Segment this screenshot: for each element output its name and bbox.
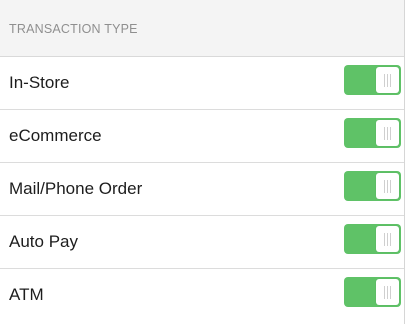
toggle-knob bbox=[376, 67, 399, 93]
in-store-toggle[interactable] bbox=[344, 65, 401, 95]
setting-row-atm: ATM bbox=[0, 269, 404, 322]
setting-row-in-store: In-Store bbox=[0, 57, 404, 110]
row-label: Mail/Phone Order bbox=[9, 179, 143, 198]
mail-phone-order-toggle[interactable] bbox=[344, 171, 401, 201]
row-label: Auto Pay bbox=[9, 232, 78, 251]
row-label: In-Store bbox=[9, 73, 70, 92]
row-label: eCommerce bbox=[9, 126, 102, 145]
section-header: TRANSACTION TYPE bbox=[0, 0, 404, 57]
ecommerce-toggle[interactable] bbox=[344, 118, 401, 148]
setting-row-auto-pay: Auto Pay bbox=[0, 216, 404, 269]
toggle-knob bbox=[376, 120, 399, 146]
toggle-knob bbox=[376, 173, 399, 199]
auto-pay-toggle[interactable] bbox=[344, 224, 401, 254]
atm-toggle[interactable] bbox=[344, 277, 401, 307]
toggle-knob bbox=[376, 279, 399, 305]
row-label: ATM bbox=[9, 285, 44, 304]
setting-row-mail-phone-order: Mail/Phone Order bbox=[0, 163, 404, 216]
setting-row-ecommerce: eCommerce bbox=[0, 110, 404, 163]
toggle-knob bbox=[376, 226, 399, 252]
transaction-type-settings: TRANSACTION TYPE In-Store eCommerce Mail… bbox=[0, 0, 405, 324]
